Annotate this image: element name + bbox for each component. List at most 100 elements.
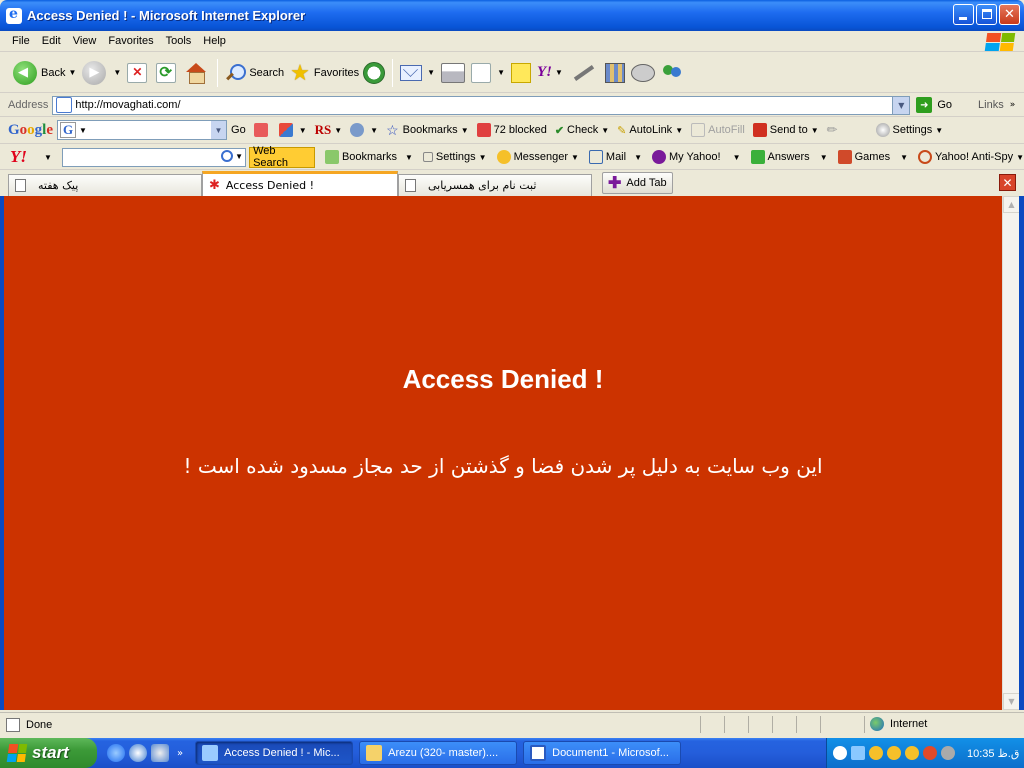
network-icon[interactable]: [851, 746, 865, 760]
yahoo-search-icon[interactable]: [221, 149, 234, 162]
menu-file[interactable]: File: [6, 33, 36, 49]
stop-button[interactable]: [124, 58, 153, 88]
mail-dropdown-icon[interactable]: ▼: [427, 68, 435, 77]
go-button[interactable]: ➜ Go: [916, 97, 952, 113]
show-desktop-icon[interactable]: [151, 744, 169, 762]
favorites-button[interactable]: ★ Favorites: [287, 58, 388, 88]
check-dropdown-icon[interactable]: ▼: [601, 126, 609, 135]
games-button[interactable]: Games ▼: [837, 150, 908, 164]
yahoo-search-dropdown-icon[interactable]: ▼: [235, 152, 243, 161]
sendto-button[interactable]: Send to ▼: [752, 123, 819, 137]
messenger-button-yahoo[interactable]: Messenger ▼: [496, 150, 579, 164]
antivirus-tray-icon[interactable]: [923, 746, 937, 760]
taskbar-ie-button[interactable]: Access Denied ! - Mic...: [195, 741, 354, 765]
address-dropdown-icon[interactable]: ▼: [892, 96, 910, 114]
scroll-up-arrow-icon[interactable]: ▲: [1003, 196, 1020, 213]
add-tab-button[interactable]: ✚ Add Tab: [602, 172, 673, 194]
messenger-button[interactable]: [658, 58, 686, 88]
search-button[interactable]: Search: [222, 58, 287, 88]
google-go-button[interactable]: Go: [231, 124, 246, 136]
quicklaunch-chevron-icon[interactable]: »: [177, 748, 183, 759]
back-button[interactable]: Back ▼: [10, 58, 79, 88]
mail-button[interactable]: ▼: [397, 58, 438, 88]
refresh-button[interactable]: [153, 58, 182, 88]
ie-icon[interactable]: [6, 6, 22, 24]
translate-dropdown-icon[interactable]: ▼: [370, 126, 378, 135]
address-url[interactable]: http://movaghati.com/: [75, 99, 180, 111]
security-zone[interactable]: Internet: [870, 717, 927, 731]
links-chevron-icon[interactable]: »: [1010, 100, 1016, 110]
discuss-button[interactable]: [628, 58, 658, 88]
highlight-button[interactable]: ✏: [827, 122, 838, 138]
tab-peyk-hafte[interactable]: پیک هفته: [8, 174, 202, 196]
yahoo-button[interactable]: Y! ▼: [534, 58, 566, 88]
links-button[interactable]: Links: [978, 99, 1004, 111]
vertical-scrollbar[interactable]: ▲ ▼: [1002, 196, 1020, 710]
tab-access-denied[interactable]: ✱ Access Denied !: [202, 171, 398, 196]
taskbar-folder-button[interactable]: Arezu (320- master)....: [359, 741, 518, 765]
web-search-button[interactable]: Web Search: [249, 145, 315, 169]
forward-button[interactable]: ▼: [79, 58, 124, 88]
minimize-button[interactable]: [953, 4, 974, 25]
clock[interactable]: 10:35 ق.ظ: [967, 747, 1019, 760]
myyahoo-dropdown-icon[interactable]: ▼: [733, 153, 741, 162]
mail-dropdown-yahoo-icon[interactable]: ▼: [634, 153, 642, 162]
smiley-tray-icon[interactable]: [905, 746, 919, 760]
research-button[interactable]: [566, 58, 602, 88]
google-translate-button[interactable]: ▼: [350, 123, 378, 137]
games-dropdown-icon[interactable]: ▼: [900, 153, 908, 162]
answers-dropdown-icon[interactable]: ▼: [820, 153, 828, 162]
rs-button[interactable]: RS ▼: [315, 122, 343, 138]
back-dropdown-icon[interactable]: ▼: [68, 68, 76, 77]
autofill-button[interactable]: AutoFill: [691, 123, 745, 137]
antispy-button[interactable]: Yahoo! Anti-Spy ▼: [918, 150, 1024, 164]
scroll-down-arrow-icon[interactable]: ▼: [1003, 693, 1020, 710]
yahoo-search-input[interactable]: ▼: [61, 147, 247, 167]
yahoo-bookmarks-dropdown-icon[interactable]: ▼: [405, 153, 413, 162]
spellcheck-button[interactable]: ✔ Check ▼: [555, 124, 609, 137]
ie-quicklaunch-icon[interactable]: [107, 744, 125, 762]
google-bookmarks-button[interactable]: ☆ Bookmarks ▼: [386, 122, 469, 139]
messenger-tray-icon[interactable]: [887, 746, 901, 760]
yahoo-bookmarks-button[interactable]: Bookmarks ▼: [324, 150, 413, 164]
yahoo-logo[interactable]: Y!: [10, 147, 27, 167]
menu-edit[interactable]: Edit: [36, 33, 67, 49]
google-gmail-button[interactable]: ▼: [278, 123, 307, 137]
edit-dropdown-icon[interactable]: ▼: [497, 68, 505, 77]
google-search-input[interactable]: G ▼ ▼: [57, 120, 228, 140]
volume-icon[interactable]: [941, 746, 955, 760]
yahoo-dropdown-icon[interactable]: ▼: [555, 68, 563, 77]
google-search-dropdown-icon[interactable]: ▼: [79, 126, 87, 135]
mail-button-yahoo[interactable]: Mail ▼: [588, 150, 642, 164]
history-icon[interactable]: [363, 61, 386, 84]
autolink-button[interactable]: ✎ AutoLink ▼: [617, 124, 683, 137]
close-button[interactable]: ✕: [999, 4, 1020, 25]
maximize-button[interactable]: [976, 4, 997, 25]
security-shield-icon[interactable]: [869, 746, 883, 760]
tab-registration[interactable]: ثبت نام برای همسریابی: [398, 174, 592, 196]
google-history-dropdown-icon[interactable]: ▼: [211, 121, 227, 139]
google-pagerank-button[interactable]: [253, 123, 271, 137]
research-books-button[interactable]: [602, 58, 628, 88]
home-button[interactable]: [182, 58, 213, 88]
yahoo-settings-button[interactable]: Settings ▼: [422, 151, 487, 163]
yahoo-menu-dropdown-icon[interactable]: ▼: [44, 153, 52, 162]
myyahoo-button[interactable]: My Yahoo! ▼: [652, 150, 741, 164]
popup-blocker-button[interactable]: 72 blocked: [476, 123, 547, 137]
edit-button[interactable]: ▼: [468, 58, 508, 88]
google-settings-button[interactable]: Settings ▼: [875, 123, 943, 137]
address-input[interactable]: http://movaghati.com/ ▼: [52, 95, 911, 115]
google-apps-dropdown-icon[interactable]: ▼: [299, 126, 307, 135]
menu-favorites[interactable]: Favorites: [102, 33, 159, 49]
autolink-dropdown-icon[interactable]: ▼: [675, 126, 683, 135]
taskbar-word-button[interactable]: Document1 - Microsof...: [523, 741, 682, 765]
print-button[interactable]: [438, 58, 468, 88]
media-player-icon[interactable]: [129, 744, 147, 762]
answers-button[interactable]: Answers ▼: [750, 150, 828, 164]
menu-help[interactable]: Help: [197, 33, 232, 49]
google-logo[interactable]: Google: [8, 122, 53, 139]
menu-view[interactable]: View: [67, 33, 103, 49]
forward-dropdown-icon[interactable]: ▼: [113, 68, 121, 77]
notes-button[interactable]: [508, 58, 534, 88]
rs-dropdown-icon[interactable]: ▼: [334, 126, 342, 135]
